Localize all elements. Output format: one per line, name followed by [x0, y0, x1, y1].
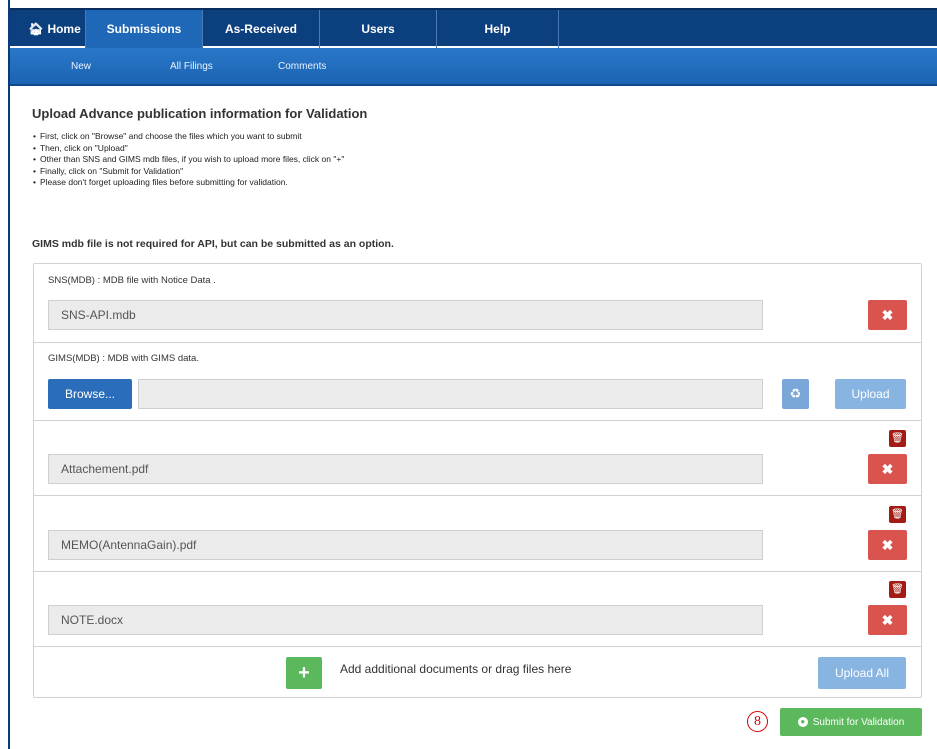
- delete-attachment-button[interactable]: 🗑: [889, 581, 906, 598]
- page-title: Upload Advance publication information f…: [32, 106, 368, 121]
- upload-label: Upload: [851, 387, 890, 401]
- tab-as-received-label: As-Received: [224, 22, 298, 36]
- tab-users[interactable]: Users: [320, 10, 437, 48]
- attachment-remove-button[interactable]: ✖: [868, 605, 907, 635]
- tab-submissions[interactable]: Submissions: [86, 10, 203, 48]
- home-icon: 🏠︎: [28, 22, 44, 36]
- sns-filename: SNS-API.mdb: [61, 308, 136, 322]
- instruction-item: Finally, click on "Submit for Validation…: [33, 166, 344, 178]
- top-nav: 🏠︎ Home Submissions As-Received Users He…: [10, 8, 937, 48]
- tab-home-label: Home: [47, 22, 81, 36]
- gims-note: GIMS mdb file is not required for API, b…: [32, 238, 394, 250]
- browse-label: Browse...: [64, 387, 115, 401]
- attachment-file-field: NOTE.docx: [48, 605, 763, 635]
- trash-icon: 🗑: [891, 433, 904, 444]
- gims-label: GIMS(MDB) : MDB with GIMS data.: [48, 353, 199, 364]
- tab-submissions-label: Submissions: [106, 22, 182, 36]
- reset-button[interactable]: ♻: [782, 379, 809, 409]
- attachment-file-field: MEMO(AntennaGain).pdf: [48, 530, 763, 560]
- tab-as-received[interactable]: As-Received: [203, 10, 320, 48]
- subtab-all-filings[interactable]: All Filings: [170, 48, 213, 84]
- close-icon: ✖: [881, 460, 894, 477]
- attachment-remove-button[interactable]: ✖: [868, 454, 907, 484]
- divider: [33, 342, 922, 343]
- attachment-remove-button[interactable]: ✖: [868, 530, 907, 560]
- tab-help[interactable]: Help: [437, 10, 559, 48]
- attachment-filename: Attachement.pdf: [61, 462, 149, 476]
- submit-for-validation-button[interactable]: ● Submit for Validation: [780, 708, 922, 736]
- divider: [33, 495, 922, 496]
- instruction-item: Other than SNS and GIMS mdb files, if yo…: [33, 154, 344, 166]
- instruction-item: Then, click on "Upload": [33, 143, 344, 155]
- trash-icon: 🗑: [891, 584, 904, 595]
- tab-users-label: Users: [361, 22, 395, 36]
- attachment-filename: MEMO(AntennaGain).pdf: [61, 538, 197, 552]
- divider: [33, 571, 922, 572]
- sns-label: SNS(MDB) : MDB file with Notice Data .: [48, 275, 216, 286]
- add-documents-hint: Add additional documents or drag files h…: [340, 662, 572, 676]
- tab-help-label: Help: [484, 22, 511, 36]
- divider: [33, 420, 922, 421]
- sub-nav: New All Filings Comments: [10, 48, 937, 86]
- subtab-new[interactable]: New: [71, 48, 91, 84]
- close-icon: ✖: [881, 611, 894, 628]
- sns-file-field: SNS-API.mdb: [48, 300, 763, 330]
- upload-button[interactable]: Upload: [835, 379, 906, 409]
- step-marker: 8: [747, 711, 768, 732]
- plus-icon: +: [298, 661, 310, 684]
- upload-all-label: Upload All: [834, 666, 890, 680]
- trash-icon: 🗑: [891, 509, 904, 520]
- recycle-icon: ♻: [789, 386, 802, 401]
- attachment-file-field: Attachement.pdf: [48, 454, 763, 484]
- divider: [33, 646, 922, 647]
- close-icon: ✖: [881, 306, 894, 323]
- add-document-button[interactable]: +: [286, 657, 322, 689]
- instructions-list: First, click on "Browse" and choose the …: [33, 131, 344, 189]
- globe-icon: ●: [797, 717, 808, 727]
- browse-button[interactable]: Browse...: [48, 379, 132, 409]
- delete-attachment-button[interactable]: 🗑: [889, 506, 906, 523]
- gims-file-field[interactable]: [138, 379, 763, 409]
- delete-attachment-button[interactable]: 🗑: [889, 430, 906, 447]
- tab-home[interactable]: 🏠︎ Home: [24, 10, 86, 48]
- instruction-item: Please don't forget uploading files befo…: [33, 177, 344, 189]
- upload-all-button[interactable]: Upload All: [818, 657, 906, 689]
- sns-remove-button[interactable]: ✖: [868, 300, 907, 330]
- subtab-comments[interactable]: Comments: [278, 48, 326, 84]
- attachment-filename: NOTE.docx: [61, 613, 124, 627]
- submit-label: Submit for Validation: [812, 716, 905, 728]
- close-icon: ✖: [881, 536, 894, 553]
- instruction-item: First, click on "Browse" and choose the …: [33, 131, 344, 143]
